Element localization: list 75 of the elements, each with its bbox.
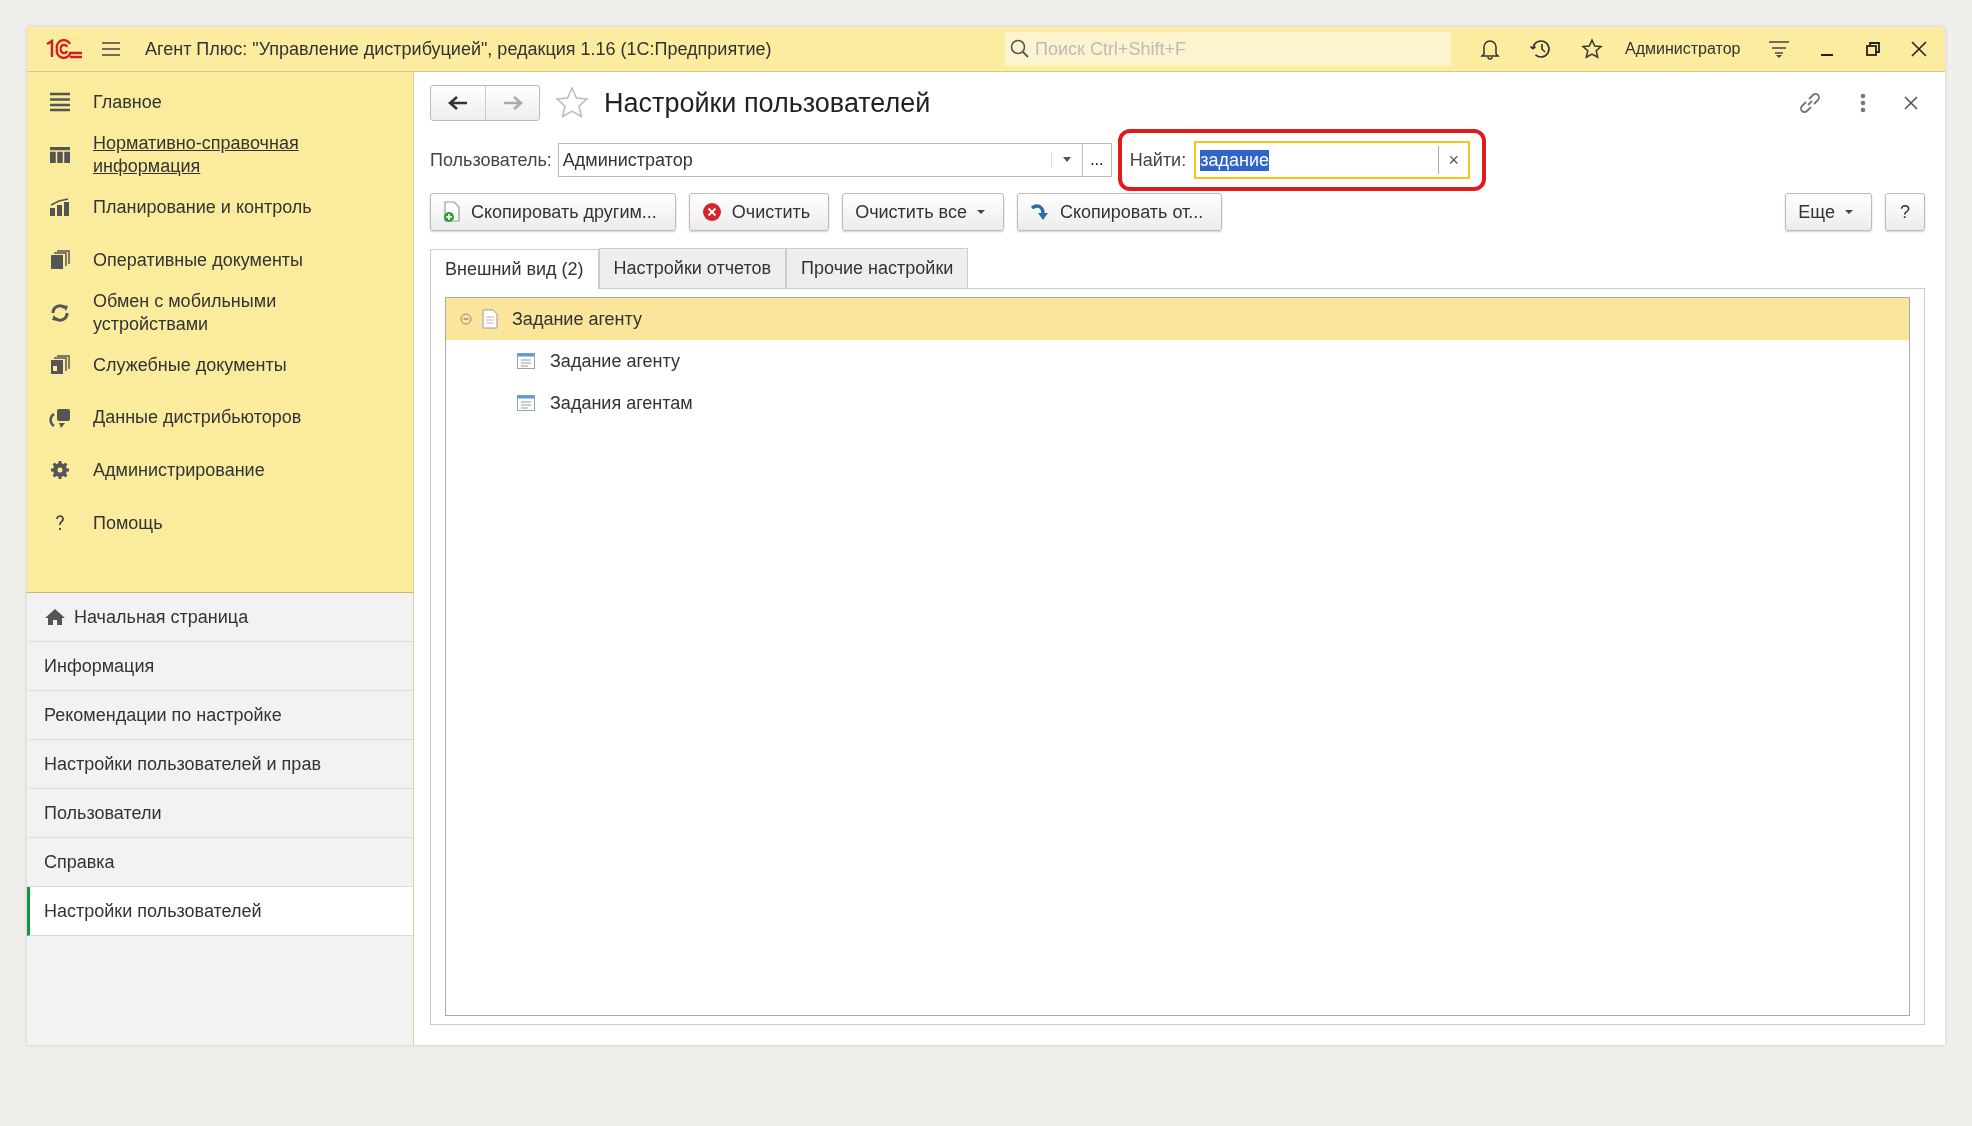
tab[interactable]: Настройки отчетов <box>598 248 787 288</box>
section-link[interactable]: Помощь <box>93 511 163 535</box>
restore-icon[interactable] <box>1864 40 1883 58</box>
open-page-item[interactable]: Настройки пользователей и прав <box>27 740 413 789</box>
search-icon <box>1010 39 1030 59</box>
open-page-label: Пользователи <box>44 802 162 824</box>
search-field[interactable]: Поиск Ctrl+Shift+F <box>1005 32 1451 66</box>
form-icon <box>516 393 536 413</box>
section-link[interactable]: Администрирование <box>93 458 265 482</box>
toolbar-button[interactable]: Скопировать другим... <box>430 193 676 231</box>
form-icon <box>516 351 536 371</box>
open-page-label: Настройки пользователей <box>44 900 262 922</box>
logo-icon <box>45 39 83 59</box>
star-icon[interactable] <box>1581 38 1603 60</box>
open-page-item[interactable]: Информация <box>27 642 413 691</box>
open-page-label: Начальная страница <box>74 606 249 628</box>
filter-menu-icon[interactable] <box>1768 39 1791 59</box>
section-link[interactable]: Нормативно-справочная информация <box>93 131 343 178</box>
arrow-left-icon <box>448 96 468 110</box>
history-icon[interactable] <box>1529 38 1553 60</box>
open-page-item[interactable]: Рекомендации по настройке <box>27 691 413 740</box>
form-title: Настройки пользователей <box>604 87 932 119</box>
open-page-item[interactable]: Пользователи <box>27 789 413 838</box>
document-icon <box>482 309 498 329</box>
find-field[interactable]: задание × <box>1194 141 1471 179</box>
section-link[interactable]: Оперативные документы <box>93 248 304 272</box>
tab[interactable]: Прочие настройки <box>786 248 969 288</box>
columns-icon <box>49 144 71 165</box>
link-icon[interactable] <box>1797 90 1823 116</box>
menu-icon[interactable] <box>101 41 121 57</box>
tree-row[interactable]: Задания агентам <box>446 382 1909 424</box>
toolbar-button[interactable]: Скопировать от... <box>1016 193 1223 231</box>
user-name[interactable]: Администратор <box>1625 40 1741 58</box>
select-more-button[interactable]: ... <box>1081 143 1112 177</box>
tab[interactable]: Внешний вид (2) <box>430 249 599 289</box>
settings-icon <box>49 460 71 481</box>
bell-icon[interactable] <box>1479 38 1501 60</box>
section-link[interactable]: Данные дистрибьюторов <box>93 406 302 430</box>
window-title: Агент Плюс: "Управление дистрибуцией", редакция 1.16 (1С:Предприятие) <box>145 38 773 60</box>
document-add-icon <box>443 201 461 223</box>
documents-icon <box>49 250 71 271</box>
documents-icon <box>49 355 71 376</box>
section-link[interactable]: Обмен с мобильными устройствами <box>93 289 343 336</box>
bar-chart-icon <box>49 197 71 218</box>
database-sync-icon <box>49 407 71 428</box>
dropdown-caret-icon <box>1845 209 1853 215</box>
open-page-label: Настройки пользователей и прав <box>44 753 321 775</box>
sync-icon <box>49 302 71 323</box>
open-page-item[interactable]: Настройки пользователей <box>27 887 413 936</box>
curved-arrow-icon <box>1029 203 1050 221</box>
section-link[interactable]: Планирование и контроль <box>93 196 312 219</box>
more-button[interactable]: Еще <box>1785 193 1872 231</box>
clear-icon <box>701 202 722 222</box>
list-icon <box>49 92 71 113</box>
tree-row[interactable]: Задание агенту <box>446 298 1909 340</box>
more-vertical-icon[interactable] <box>1859 92 1867 114</box>
close-icon[interactable] <box>1910 40 1929 58</box>
find-field-label: Найти: <box>1129 149 1187 171</box>
user-field-label: Пользователь: <box>430 149 552 171</box>
open-page-label: Рекомендации по настройке <box>44 704 282 726</box>
help-button[interactable]: ? <box>1885 193 1925 231</box>
tree-row[interactable]: Задание агенту <box>446 340 1909 382</box>
section-link[interactable]: Главное <box>93 90 162 114</box>
arrow-right-icon <box>502 96 523 110</box>
toolbar-button[interactable]: Очистить все <box>842 193 1004 231</box>
open-page-item[interactable]: Начальная страница <box>27 593 413 642</box>
open-page-label: Справка <box>44 851 115 873</box>
dropdown-caret-icon <box>976 209 985 215</box>
toolbar-button[interactable]: Очистить <box>688 193 830 231</box>
open-page-label: Информация <box>44 655 155 677</box>
home-icon <box>44 608 66 626</box>
close-icon[interactable] <box>1903 95 1919 111</box>
user-select-field[interactable]: Администратор <box>557 143 1083 177</box>
section-link[interactable]: Служебные документы <box>93 353 287 377</box>
star-icon[interactable] <box>554 86 590 120</box>
